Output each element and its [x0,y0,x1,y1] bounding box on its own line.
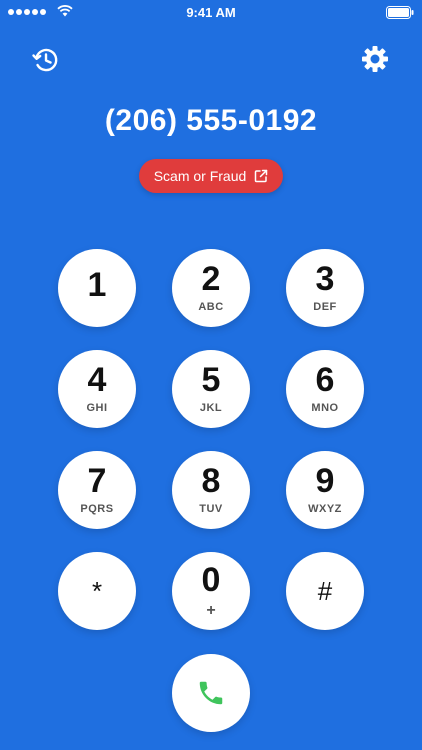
key-digit: 9 [315,462,335,500]
key-digit: 2 [201,260,221,298]
battery-icon [386,6,414,19]
key-2[interactable]: 2 ABC [172,249,250,327]
external-link-icon [255,169,268,183]
key-digit: 4 [87,361,107,399]
scam-label: Scam or Fraud [153,168,247,184]
key-digit: 6 [315,361,335,399]
key-digit: 8 [201,462,221,500]
key-7[interactable]: 7 PQRS [58,451,136,529]
status-bar: 9:41 AM [0,0,422,24]
key-letters: GHI [86,402,108,414]
key-digit: 1 [87,266,107,304]
key-8[interactable]: 8 TUV [172,451,250,529]
key-digit: 5 [201,361,221,399]
key-digit: 7 [87,462,107,500]
key-star[interactable]: * [58,552,136,630]
key-letters: TUV [199,503,223,515]
settings-button[interactable] [360,44,390,74]
key-4[interactable]: 4 GHI [58,350,136,428]
key-letters: WXYZ [308,503,342,515]
key-0[interactable]: 0 + [172,552,250,630]
scam-or-fraud-button[interactable]: Scam or Fraud [139,159,283,193]
phone-icon [199,681,223,705]
status-time: 9:41 AM [186,5,236,20]
key-6[interactable]: 6 MNO [286,350,364,428]
key-hash[interactable]: # [286,552,364,630]
key-symbol: * [91,576,103,606]
key-1[interactable]: 1 [58,249,136,327]
key-5[interactable]: 5 JKL [172,350,250,428]
key-symbol: # [317,576,333,606]
key-plus: + [206,602,216,619]
key-letters: DEF [313,301,337,313]
recents-button[interactable] [31,45,61,75]
key-9[interactable]: 9 WXYZ [286,451,364,529]
key-letters: JKL [199,402,223,414]
key-3[interactable]: 3 DEF [286,249,364,327]
gear-icon [362,46,388,72]
key-letters: PQRS [80,503,114,515]
key-digit: 3 [315,260,335,298]
clock-history-icon [32,48,58,72]
phone-number-display: (206) 555-0192 [104,104,318,137]
key-letters: MNO [311,402,339,414]
key-digit: 0 [201,561,221,599]
call-button[interactable] [172,654,250,732]
key-letters: ABC [198,301,224,313]
